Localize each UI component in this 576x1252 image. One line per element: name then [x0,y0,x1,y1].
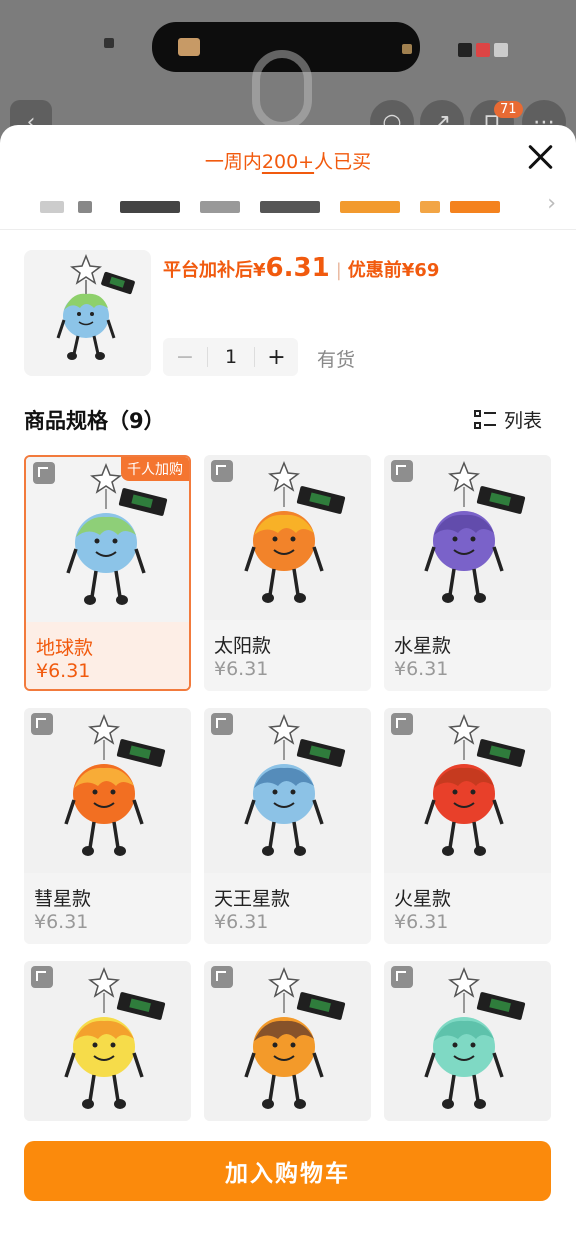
popular-badge: 千人加购 [121,457,189,481]
spec-card[interactable]: 太阳款 ¥6.31 [204,455,371,691]
zoom-icon[interactable] [31,713,53,735]
zoom-icon[interactable] [391,966,413,988]
spec-card[interactable] [384,961,551,1121]
sales-note-suffix: 人已买 [314,151,372,173]
spec-card[interactable]: 天王星款 ¥6.31 [204,708,371,944]
spec-name: 水星款 [394,635,452,657]
add-to-cart-button[interactable]: 加入购物车 [24,1141,551,1201]
zoom-icon[interactable] [211,713,233,735]
divider [0,229,576,230]
spec-price: ¥6.31 [394,911,449,933]
sales-note-prefix: 一周内 [204,151,262,173]
blurred-dot [104,38,114,48]
sku-selection-sheet: 一周内200+人已买 › 平台加补后¥6.31 | 优惠前¥69 − 1 + 有… [0,125,576,1252]
blurred-dot [402,44,412,54]
blurred-status [458,42,524,57]
original-price-label: 优惠前 [347,260,402,281]
zoom-icon[interactable] [211,966,233,988]
spec-card[interactable]: 水星款 ¥6.31 [384,455,551,691]
spec-price: ¥6.31 [214,658,269,680]
spec-card[interactable]: 彗星款 ¥6.31 [24,708,191,944]
increase-button[interactable]: + [255,345,298,370]
cart-count-badge: 71 [494,101,523,118]
list-label: 列表 [503,410,542,432]
zoom-icon[interactable] [391,460,413,482]
price-currency: ¥ [253,260,266,281]
spec-name: 火星款 [394,888,452,910]
spec-price: ¥6.31 [36,660,91,682]
spec-name: 太阳款 [214,635,272,657]
decrease-button[interactable]: − [163,345,207,370]
spec-price: ¥6.31 [394,658,449,680]
spec-section-title: 商品规格（9） [24,409,165,433]
quantity-value[interactable]: 1 [207,347,255,367]
chevron-right-icon: › [547,191,556,216]
spec-price: ¥6.31 [34,911,89,933]
zoom-icon[interactable] [391,713,413,735]
price-label: 平台加补后 [163,260,253,281]
spec-name: 彗星款 [34,888,92,910]
original-price-value: 69 [414,260,440,281]
spec-card[interactable]: 火星款 ¥6.31 [384,708,551,944]
zoom-icon[interactable] [31,966,53,988]
blurred-promo-row[interactable] [20,195,540,219]
zoom-icon[interactable] [211,460,233,482]
list-icon [473,409,496,431]
background-product-page: ‹ ○ ↗ ⊓ 71 ⋯ [0,0,576,140]
blurred-avatar [178,38,200,56]
sales-note: 一周内200+人已买 [0,147,576,174]
quantity-stepper: − 1 + [163,338,298,376]
sales-note-count: 200+ [261,151,315,173]
zoom-icon[interactable] [33,462,55,484]
spec-name: 地球款 [36,637,94,659]
earth-plush-image [56,253,135,360]
spec-card[interactable] [204,961,371,1121]
spec-price: ¥6.31 [214,911,269,933]
product-thumbnail[interactable] [24,250,151,376]
spec-card[interactable]: 千人加购地球款 ¥6.31 [24,455,191,691]
price-line: 平台加补后¥6.31 | 优惠前¥69 [163,253,439,283]
keychain-ring-image [252,50,312,130]
spec-name: 天王星款 [214,888,291,910]
stock-status: 有货 [317,349,356,371]
original-price-currency: ¥ [401,260,415,281]
close-icon[interactable] [524,141,556,173]
price-value: 6.31 [265,253,330,283]
list-view-toggle[interactable]: 列表 [473,406,542,433]
spec-card[interactable] [24,961,191,1121]
price-separator: | [335,260,342,281]
